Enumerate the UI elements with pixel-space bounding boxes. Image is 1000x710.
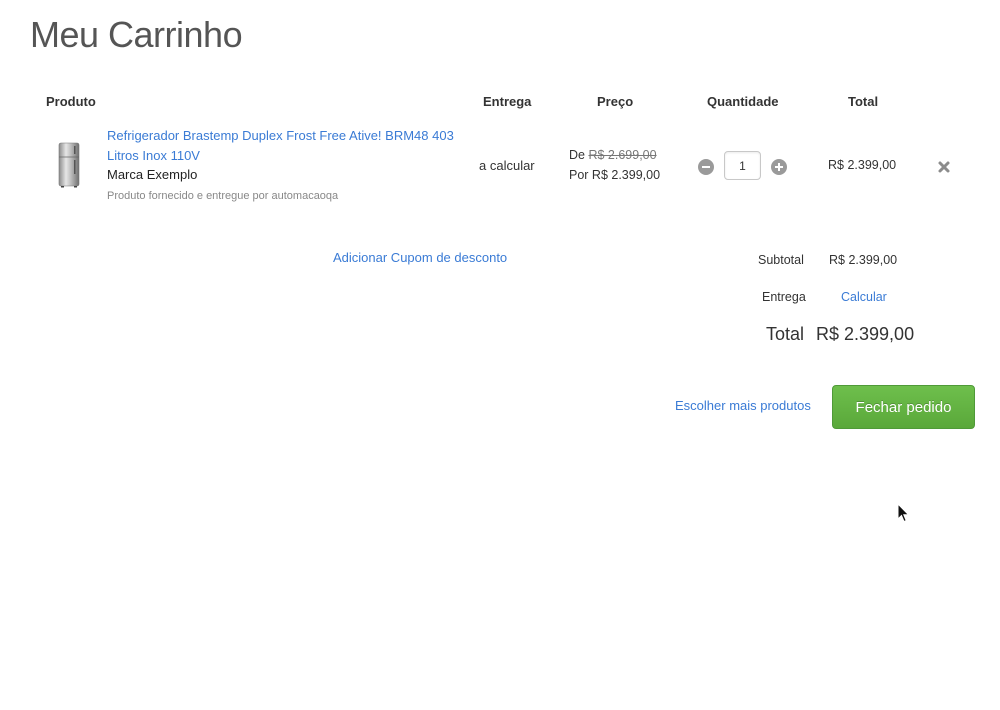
column-header-product: Produto bbox=[46, 94, 96, 109]
column-header-price: Preço bbox=[597, 94, 634, 109]
product-brand: Marca Exemplo bbox=[107, 167, 198, 182]
column-header-quantity: Quantidade bbox=[707, 94, 779, 109]
total-label: Total bbox=[766, 324, 805, 344]
line-total: R$ 2.399,00 bbox=[828, 158, 897, 172]
quantity-input[interactable] bbox=[724, 151, 761, 180]
column-header-delivery: Entrega bbox=[483, 94, 532, 109]
mouse-cursor-icon bbox=[897, 503, 910, 523]
checkout-button[interactable]: Fechar pedido bbox=[832, 385, 975, 429]
shipping-label: Entrega bbox=[762, 290, 806, 304]
close-icon[interactable] bbox=[937, 160, 951, 174]
refrigerator-image[interactable] bbox=[56, 142, 82, 188]
decrease-quantity-icon[interactable] bbox=[698, 159, 714, 175]
delivery-value: a calcular bbox=[479, 158, 535, 173]
increase-quantity-icon[interactable] bbox=[771, 159, 787, 175]
product-seller: Produto fornecido e entregue por automac… bbox=[107, 190, 339, 202]
subtotal-label: Subtotal bbox=[758, 253, 804, 267]
price-original: R$ 2.699,00 bbox=[588, 148, 657, 162]
page-title: Meu Carrinho bbox=[30, 14, 243, 55]
column-header-total: Total bbox=[848, 94, 879, 109]
product-name-link[interactable]: Refrigerador Brastemp Duplex Frost Free … bbox=[107, 126, 467, 166]
total-value: R$ 2.399,00 bbox=[816, 324, 915, 344]
continue-shopping-link[interactable]: Escolher mais produtos bbox=[675, 398, 811, 413]
price-current: Por R$ 2.399,00 bbox=[569, 168, 661, 182]
price-from: De R$ 2.699,00 bbox=[569, 148, 657, 162]
calculate-shipping-link[interactable]: Calcular bbox=[841, 290, 887, 304]
price-from-prefix: De bbox=[569, 148, 585, 162]
subtotal-value: R$ 2.399,00 bbox=[829, 253, 898, 267]
add-coupon-link[interactable]: Adicionar Cupom de desconto bbox=[333, 250, 507, 265]
